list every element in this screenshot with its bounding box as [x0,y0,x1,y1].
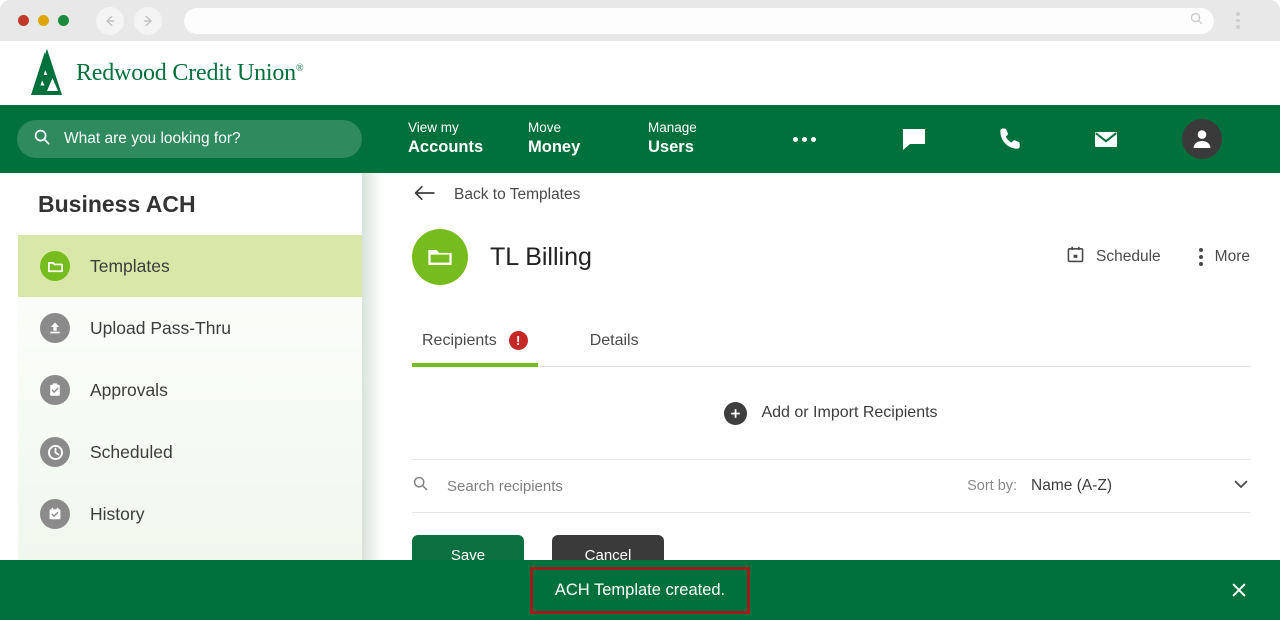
search-icon [33,128,51,151]
sidebar: Business ACH Templates Upload Pass-Thru [18,173,362,620]
nav-item-users[interactable]: Manage Users [648,120,748,158]
tab-recipients-label: Recipients [422,331,497,349]
plus-circle-icon [724,401,748,425]
close-icon[interactable] [1228,579,1250,601]
window-controls [18,15,69,26]
nav-item-money-bottom: Money [528,138,581,157]
browser-menu-icon[interactable] [1228,7,1248,35]
brand-header: Redwood Credit Union® [0,41,1280,105]
tab-details[interactable]: Details [580,315,649,366]
toast-highlight-box: ACH Template created. [529,566,751,614]
tab-details-label: Details [589,331,639,349]
schedule-button[interactable]: Schedule [1066,245,1161,269]
more-label: More [1214,248,1250,265]
user-avatar[interactable] [1154,119,1250,159]
sort-by-value: Name (A-Z) [1031,477,1112,494]
phone-icon[interactable] [962,125,1058,153]
sidebar-item-approvals-label: Approvals [90,379,168,400]
calendar-check-icon [40,499,70,529]
sidebar-item-approvals[interactable]: Approvals [18,359,362,421]
arrow-left-icon [414,185,436,206]
nav-item-users-top: Manage [648,120,697,136]
sidebar-item-history-label: History [90,503,145,524]
toast-message: ACH Template created. [554,580,726,599]
tab-active-underline [412,363,538,367]
address-bar[interactable] [184,7,1214,34]
sidebar-item-scheduled-label: Scheduled [90,441,173,462]
upload-icon [40,313,70,343]
chevron-down-icon[interactable] [1232,477,1250,495]
recipients-toolbar: Search recipients Sort by: Name (A-Z) [412,459,1250,513]
nav-item-users-bottom: Users [648,138,694,157]
alert-badge: ! [508,331,528,350]
global-search-placeholder: What are you looking for? [64,130,241,147]
calendar-icon [1066,245,1085,269]
nav-item-accounts-bottom: Accounts [408,138,484,157]
sidebar-item-history[interactable]: History [18,483,362,545]
search-icon [412,475,429,497]
sidebar-item-templates[interactable]: Templates [18,235,362,297]
vertical-dots-icon [1199,248,1204,266]
top-navigation-bar: What are you looking for? View my Accoun… [0,105,1280,173]
maximize-window-button[interactable] [58,15,69,26]
clock-icon [40,437,70,467]
user-avatar-icon [1193,130,1211,148]
browser-window: Redwood Credit Union® What are you looki… [0,0,1280,620]
clipboard-check-icon [40,375,70,405]
folder-icon [40,251,70,281]
chat-icon[interactable] [866,124,962,154]
sidebar-title: Business ACH [18,173,362,235]
brand-logo[interactable]: Redwood Credit Union® [30,48,304,98]
browser-nav-buttons [96,6,162,35]
toast-notification: ACH Template created. [0,560,1280,620]
sidebar-item-scheduled[interactable]: Scheduled [18,421,362,483]
tab-recipients[interactable]: Recipients ! [412,315,538,367]
tab-bar: Recipients ! Details [412,315,1250,367]
nav-item-money[interactable]: Move Money [528,120,628,158]
close-window-button[interactable] [18,15,29,26]
primary-nav-items: View my Accounts Move Money Manage Users [408,120,816,158]
more-button[interactable]: More [1199,248,1250,266]
registered-mark: ® [295,62,304,74]
back-to-templates-label: Back to Templates [454,186,581,203]
redwood-tree-logo [31,49,62,95]
template-actions: Schedule More [1066,245,1250,269]
global-search-input[interactable]: What are you looking for? [17,120,362,158]
template-header: TL Billing Schedule More [382,217,1280,297]
ellipsis-icon[interactable] [793,120,816,158]
folder-icon [412,229,468,285]
brand-name: Redwood Credit Union® [76,59,304,86]
add-or-import-recipients-label: Add or Import Recipients [761,404,938,421]
forward-button[interactable] [134,6,162,35]
browser-chrome [0,0,1280,41]
back-button[interactable] [96,6,124,35]
nav-item-money-top: Move [528,120,562,136]
search-recipients-input[interactable]: Search recipients [447,478,563,495]
search-icon [1189,11,1204,31]
sidebar-edge-shadow [362,173,382,620]
schedule-label: Schedule [1096,248,1161,265]
minimize-window-button[interactable] [38,15,49,26]
sidebar-item-upload-pass-thru[interactable]: Upload Pass-Thru [18,297,362,359]
avatar [1182,119,1222,159]
sort-by-label: Sort by: [967,478,1018,494]
back-to-templates-link[interactable]: Back to Templates [382,173,1280,217]
main-content: Back to Templates TL Billing Schedule Mo… [382,173,1280,620]
add-or-import-recipients-button[interactable]: Add or Import Recipients [382,367,1280,459]
tab-inactive-underline [580,363,649,367]
utility-icons [866,119,1250,159]
sort-control[interactable]: Sort by: Name (A-Z) [967,477,1250,495]
nav-item-accounts[interactable]: View my Accounts [408,120,508,158]
page-title: TL Billing [490,242,592,271]
sidebar-item-upload-pass-thru-label: Upload Pass-Thru [90,317,232,338]
nav-item-accounts-top: View my [408,120,459,136]
sidebar-item-templates-label: Templates [90,255,170,276]
mail-icon[interactable] [1058,124,1154,154]
